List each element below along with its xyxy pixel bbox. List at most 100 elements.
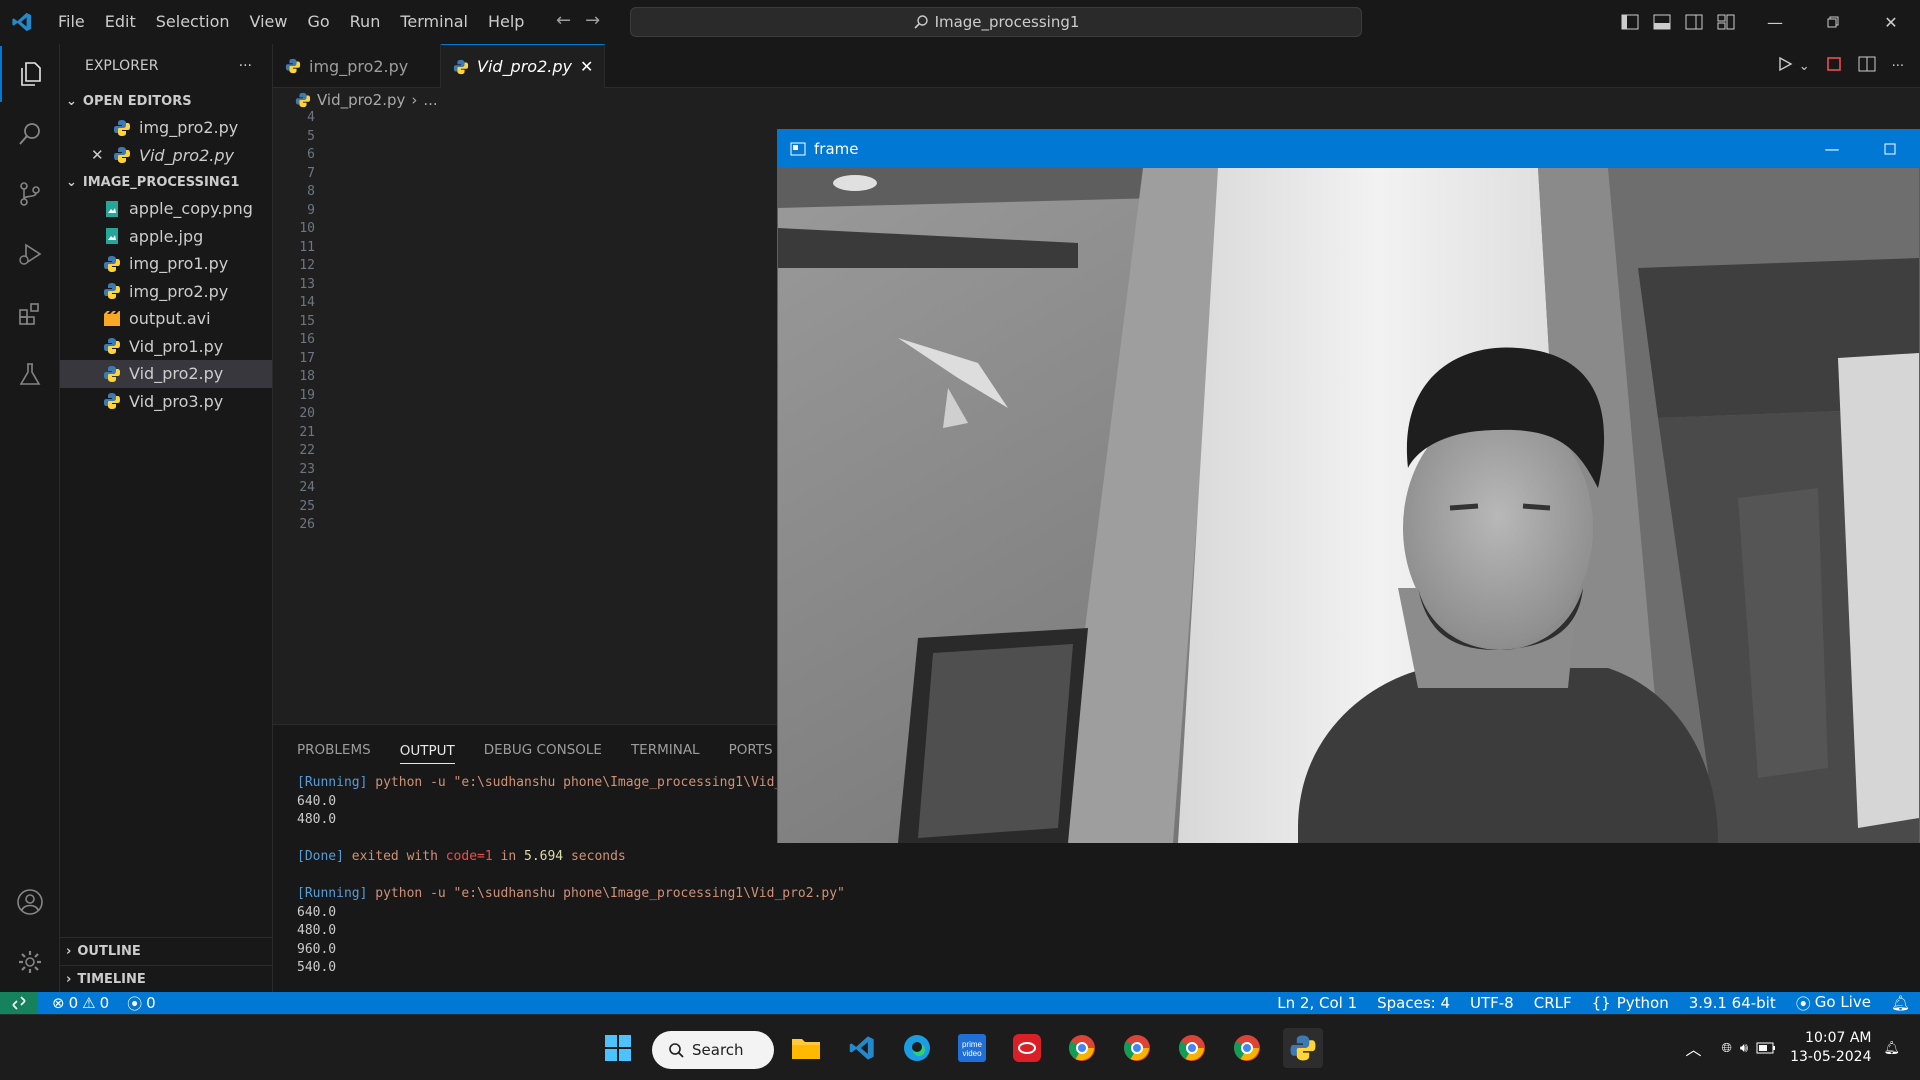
explorer-icon[interactable] <box>0 46 60 102</box>
line-number: 22 <box>299 443 315 458</box>
opencv-frame-window[interactable]: frame — <box>777 129 1920 843</box>
run-file-icon[interactable] <box>1777 56 1793 76</box>
language-mode[interactable]: {} Python <box>1592 994 1669 1012</box>
indentation[interactable]: Spaces: 4 <box>1377 994 1450 1012</box>
remote-indicator-icon[interactable] <box>0 992 38 1014</box>
encoding[interactable]: UTF-8 <box>1470 994 1514 1012</box>
settings-gear-icon[interactable] <box>0 934 60 990</box>
clock[interactable]: 10:07 AM 13-05-2024 <box>1790 1029 1871 1067</box>
line-number: 9 <box>307 202 315 218</box>
tab-img-pro2[interactable]: img_pro2.py <box>273 44 441 88</box>
menu-help[interactable]: Help <box>478 0 534 44</box>
menu-view[interactable]: View <box>240 0 298 44</box>
stop-icon[interactable] <box>1826 56 1842 76</box>
menu-go[interactable]: Go <box>297 0 339 44</box>
file-item[interactable]: img_pro1.py <box>60 250 272 278</box>
tab-terminal[interactable]: TERMINAL <box>631 742 700 758</box>
close-window-icon[interactable]: ✕ <box>1862 0 1920 44</box>
minimize-icon[interactable]: — <box>1803 130 1861 168</box>
run-debug-icon[interactable] <box>0 226 60 282</box>
line-number: 6 <box>307 147 315 162</box>
vscode-taskbar-icon[interactable] <box>842 1028 882 1068</box>
search-activity-icon[interactable] <box>0 106 60 162</box>
chevron-up-icon[interactable]: ︿ <box>1685 1036 1701 1060</box>
file-item[interactable]: Vid_pro1.py <box>60 333 272 361</box>
split-editor-icon[interactable] <box>1858 56 1876 76</box>
accounts-icon[interactable] <box>0 874 60 930</box>
breadcrumb-file[interactable]: Vid_pro2.py <box>317 91 405 109</box>
open-editors-section[interactable]: ⌄ OPEN EDITORS <box>60 88 272 114</box>
tab-output[interactable]: OUTPUT <box>399 743 455 764</box>
more-actions-icon[interactable]: ··· <box>239 58 252 74</box>
source-control-icon[interactable] <box>0 166 60 222</box>
toggle-primary-sidebar-icon[interactable] <box>1620 12 1640 32</box>
menu-run[interactable]: Run <box>340 0 391 44</box>
chevron-down-icon[interactable]: ⌄ <box>1799 59 1810 74</box>
breadcrumb-symbol[interactable]: ... <box>423 91 437 109</box>
menu-file[interactable]: File <box>48 0 95 44</box>
file-item[interactable]: apple.jpg <box>60 223 272 251</box>
folder-section[interactable]: ⌄ IMAGE_PROCESSING1 <box>60 169 272 195</box>
customize-layout-icon[interactable] <box>1716 12 1736 32</box>
timeline-section[interactable]: › TIMELINE <box>60 965 273 993</box>
tab-problems[interactable]: PROBLEMS <box>297 742 371 758</box>
open-editor-item-active[interactable]: ✕ Vid_pro2.py <box>60 142 272 170</box>
frame-title-bar[interactable]: frame — <box>778 130 1919 168</box>
chrome-profile-icon[interactable] <box>1172 1028 1212 1068</box>
output-line: 640.0 <box>297 904 337 920</box>
close-editor-icon[interactable]: ✕ <box>91 146 105 164</box>
start-windows-icon[interactable] <box>598 1028 638 1068</box>
go-live-button[interactable]: ⦿ Go Live <box>1796 993 1871 1014</box>
notifications-bell-icon[interactable]: 🔔︎ <box>1891 994 1910 1012</box>
file-item[interactable]: img_pro2.py <box>60 278 272 306</box>
output-line: [Running] python -u "e:\sudhanshu phone\… <box>297 775 783 790</box>
language-globe-icon[interactable]: 🌐︎ <box>1722 1041 1732 1056</box>
chevron-right-icon: › <box>66 972 72 987</box>
notifications-bell-icon[interactable]: 🔔︎ <box>1883 1041 1900 1056</box>
prime-video-icon[interactable]: prime video <box>952 1028 992 1068</box>
restore-icon[interactable] <box>1804 0 1862 44</box>
extensions-icon[interactable] <box>0 286 60 342</box>
volume-icon[interactable]: 🔊︎ <box>1740 1041 1748 1056</box>
menu-selection[interactable]: Selection <box>146 0 240 44</box>
tab-vid-pro2[interactable]: Vid_pro2.py ✕ <box>441 44 605 88</box>
edge-browser-icon[interactable] <box>897 1028 937 1068</box>
toggle-panel-icon[interactable] <box>1652 12 1672 32</box>
forward-arrow-icon[interactable]: → <box>585 10 600 31</box>
chrome-profile-icon[interactable] <box>1117 1028 1157 1068</box>
tab-debug-console[interactable]: DEBUG CONSOLE <box>484 742 602 758</box>
command-center[interactable]: Image_processing1 <box>630 7 1362 37</box>
python-taskbar-icon[interactable] <box>1283 1028 1323 1068</box>
ports-status[interactable]: ⦿ 0 <box>127 993 156 1014</box>
battery-icon[interactable] <box>1756 1042 1776 1054</box>
outline-section[interactable]: › OUTLINE <box>60 937 273 965</box>
python-interpreter[interactable]: 3.9.1 64-bit <box>1689 994 1776 1012</box>
problems-status[interactable]: ⊗ 0 ⚠ 0 <box>52 993 109 1014</box>
chrome-profile-icon[interactable] <box>1062 1028 1102 1068</box>
file-item-selected[interactable]: Vid_pro2.py <box>60 360 272 388</box>
file-item[interactable]: output.avi <box>60 305 272 333</box>
back-arrow-icon[interactable]: ← <box>556 10 571 31</box>
menu-terminal[interactable]: Terminal <box>390 0 478 44</box>
chrome-icon[interactable] <box>1227 1028 1267 1068</box>
testing-flask-icon[interactable] <box>0 346 60 402</box>
creative-cloud-icon[interactable] <box>1007 1028 1047 1068</box>
tab-ports[interactable]: PORTS <box>729 742 773 758</box>
taskbar-search[interactable]: Search <box>652 1031 774 1069</box>
close-tab-icon[interactable]: ✕ <box>580 57 593 76</box>
maximize-icon[interactable] <box>1861 130 1919 168</box>
minimize-icon[interactable]: — <box>1746 0 1804 44</box>
menu-edit[interactable]: Edit <box>95 0 146 44</box>
file-explorer-icon[interactable] <box>786 1028 826 1068</box>
file-item[interactable]: apple_copy.png <box>60 195 272 223</box>
editor-tabs: img_pro2.py Vid_pro2.py ✕ ⌄ ··· <box>273 44 1920 88</box>
cursor-position[interactable]: Ln 2, Col 1 <box>1277 994 1357 1012</box>
toggle-secondary-sidebar-icon[interactable] <box>1684 12 1704 32</box>
end-of-line[interactable]: CRLF <box>1534 994 1572 1012</box>
python-file-icon <box>113 146 131 164</box>
open-editor-item[interactable]: img_pro2.py <box>60 114 272 142</box>
file-item[interactable]: Vid_pro3.py <box>60 388 272 416</box>
more-actions-icon[interactable]: ··· <box>1892 59 1904 74</box>
vscode-logo-icon <box>0 0 44 44</box>
line-number: 20 <box>299 406 315 421</box>
